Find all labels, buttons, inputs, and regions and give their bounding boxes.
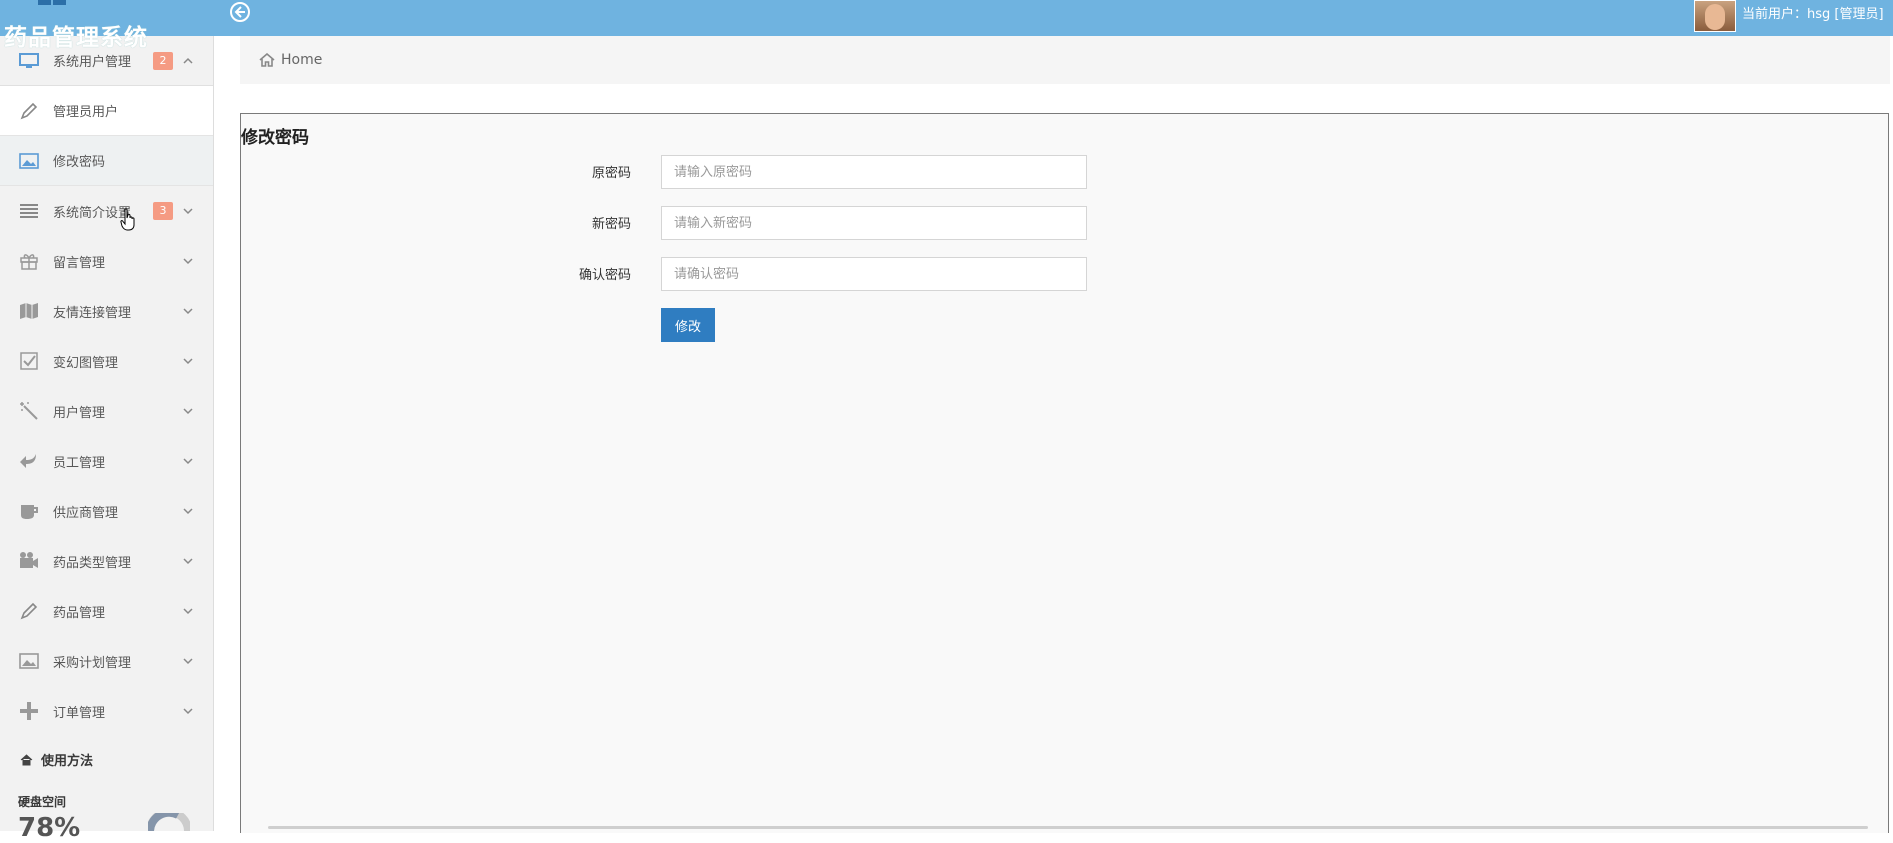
- confirm-password-input[interactable]: [661, 257, 1087, 291]
- chevron-down-icon: [183, 658, 193, 665]
- sidebar-item-label: 用户管理: [53, 405, 106, 421]
- film-icon: [20, 552, 38, 568]
- sidebar-item-users[interactable]: 用户管理: [0, 386, 213, 436]
- chevron-down-icon: [183, 408, 193, 415]
- sidebar-item-purchase-plans[interactable]: 采购计划管理: [0, 636, 213, 686]
- sidebar-item-label: 留言管理: [53, 255, 106, 271]
- map-icon: [20, 303, 38, 319]
- chevron-up-icon: [183, 57, 193, 64]
- help-link[interactable]: 使用方法: [20, 750, 93, 769]
- sidebar-item-drug-types[interactable]: 药品类型管理: [0, 536, 213, 586]
- confirm-password-label: 确认密码: [578, 268, 631, 283]
- chevron-down-icon: [183, 608, 193, 615]
- submit-button[interactable]: 修改: [661, 308, 715, 342]
- picture-icon: [19, 152, 39, 169]
- reply-icon: [20, 454, 36, 468]
- horizontal-scrollbar[interactable]: [268, 826, 1868, 829]
- pencil-icon: [20, 102, 38, 119]
- sidebar-item-staff[interactable]: 员工管理: [0, 436, 213, 486]
- hand-cursor-icon: [120, 208, 135, 231]
- gift-icon: [20, 254, 38, 270]
- home-icon: [20, 754, 33, 766]
- chevron-down-icon: [183, 558, 193, 565]
- help-link-label: 使用方法: [41, 754, 94, 769]
- windows-logo-icon: [38, 0, 66, 5]
- sidebar-item-label: 药品管理: [53, 605, 106, 621]
- disk-space-percent: 78%: [18, 813, 81, 843]
- notification-badge: 2: [153, 51, 173, 70]
- app-title: 药品管理系统: [4, 25, 148, 51]
- pencil-icon: [20, 602, 38, 620]
- disk-usage-chart: [148, 813, 190, 831]
- sidebar-item-label: 友情连接管理: [53, 305, 132, 321]
- chevron-down-icon: [183, 708, 193, 715]
- coffee-icon: [21, 505, 38, 519]
- old-password-label: 原密码: [591, 166, 631, 181]
- sidebar-item-label: 员工管理: [53, 455, 106, 471]
- breadcrumb: Home: [240, 36, 1890, 84]
- checkbox-icon: [20, 352, 38, 370]
- sidebar-item-label: 订单管理: [53, 705, 106, 721]
- sidebar-item-label: 变幻图管理: [53, 355, 119, 371]
- desktop-icon: [19, 52, 39, 68]
- collapse-sidebar-icon[interactable]: [229, 1, 251, 23]
- new-password-label: 新密码: [591, 217, 631, 232]
- home-icon: [259, 53, 275, 67]
- picture-icon: [19, 653, 39, 669]
- sidebar-item-suppliers[interactable]: 供应商管理: [0, 486, 213, 536]
- chevron-down-icon: [183, 458, 193, 465]
- chevron-down-icon: [183, 208, 193, 215]
- magic-icon: [20, 402, 38, 420]
- sidebar-item-orders[interactable]: 订单管理: [0, 686, 213, 736]
- sidebar-item-change-password[interactable]: 修改密码: [0, 136, 213, 186]
- chevron-down-icon: [183, 508, 193, 515]
- sidebar-item-label: 药品类型管理: [53, 555, 132, 571]
- old-password-input[interactable]: [661, 155, 1087, 189]
- disk-space-label: 硬盘空间: [18, 795, 67, 809]
- avatar[interactable]: [1694, 0, 1736, 32]
- sidebar-item-drugs[interactable]: 药品管理: [0, 586, 213, 636]
- page-title: 修改密码: [241, 128, 309, 148]
- chevron-down-icon: [183, 358, 193, 365]
- sidebar: 系统用户管理 2 管理员用户 修改密码 系统简介设置 3 留言管理 友情连接管理…: [0, 36, 214, 831]
- sidebar-item-label: 采购计划管理: [53, 655, 132, 671]
- sidebar-item-label: 系统用户管理: [53, 55, 132, 70]
- breadcrumb-home-link[interactable]: Home: [281, 52, 322, 68]
- sidebar-item-slideshow[interactable]: 变幻图管理: [0, 336, 213, 386]
- top-navbar: 当前用户：hsg [管理员]: [0, 0, 1893, 36]
- plus-icon: [20, 702, 38, 720]
- sidebar-item-messages[interactable]: 留言管理: [0, 236, 213, 286]
- sidebar-item-friend-links[interactable]: 友情连接管理: [0, 286, 213, 336]
- list-icon: [20, 204, 38, 218]
- sidebar-item-label: 修改密码: [53, 155, 106, 170]
- current-user-label[interactable]: 当前用户：hsg [管理员]: [1742, 3, 1884, 22]
- chevron-down-icon: [183, 258, 193, 265]
- notification-badge: 3: [153, 202, 173, 220]
- sidebar-item-label: 管理员用户: [53, 105, 119, 120]
- chevron-down-icon: [183, 308, 193, 315]
- sidebar-item-system-intro[interactable]: 系统简介设置 3: [0, 186, 213, 236]
- sidebar-item-label: 供应商管理: [53, 505, 119, 521]
- new-password-input[interactable]: [661, 206, 1087, 240]
- sidebar-item-admin-users[interactable]: 管理员用户: [0, 86, 213, 136]
